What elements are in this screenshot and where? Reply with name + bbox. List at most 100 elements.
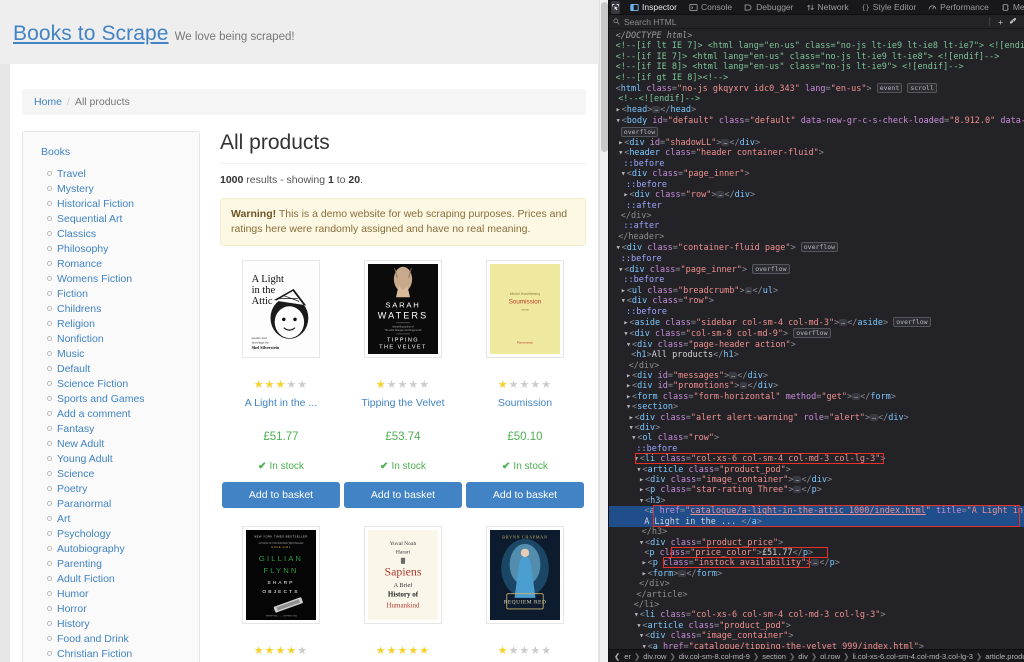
page-scroll-area[interactable]: Books to Scrape We love being scraped! H…	[0, 0, 608, 662]
markup-line[interactable]: ::after	[609, 221, 1024, 231]
sidebar-item-romance[interactable]: Romance	[47, 256, 189, 271]
markup-line[interactable]: <!--[if gt IE 8]><!-->	[609, 73, 1024, 83]
product-thumbnail[interactable]: NEW YORK TIMES BESTSELLERAUTHOR OF THE R…	[242, 526, 320, 624]
markup-line[interactable]: <p class="price_color">£51.77</p>	[609, 548, 1024, 558]
markup-line[interactable]: ▾<div class="page_inner">	[609, 169, 1024, 179]
sidebar-item-mystery[interactable]: Mystery	[47, 181, 189, 196]
sidebar-item-label[interactable]: Travel	[57, 168, 86, 180]
sidebar-item-young-adult[interactable]: Young Adult	[47, 451, 189, 466]
sidebar-item-label[interactable]: Romance	[57, 258, 102, 270]
sidebar-item-label[interactable]: History	[57, 618, 90, 630]
markup-line[interactable]: </div>	[609, 361, 1024, 371]
markup-line[interactable]: ::before	[609, 254, 1024, 264]
markup-line[interactable]: </div>	[609, 579, 1024, 589]
add-to-basket-button[interactable]: Add to basket	[344, 482, 462, 508]
sidebar-item-adult-fiction[interactable]: Adult Fiction	[47, 571, 189, 586]
markup-line[interactable]: ▾<div class="image_container">	[609, 631, 1024, 641]
sidebar-item-label[interactable]: Fiction	[57, 288, 88, 300]
sidebar-item-label[interactable]: Sequential Art	[57, 213, 122, 225]
markup-line[interactable]: ▾<div class="col-sm-8 col-md-9"> overflo…	[609, 328, 1024, 339]
markup-line[interactable]: overflow	[609, 127, 1024, 138]
markup-line[interactable]: ▸<div id="messages">…</div>	[609, 371, 1024, 381]
sidebar-item-science[interactable]: Science	[47, 466, 189, 481]
markup-line[interactable]: ▾<a href="catalogue/tipping-the-velvet_9…	[609, 642, 1024, 649]
sidebar-item-label[interactable]: Psychology	[57, 528, 111, 540]
devtools-breadcrumb-item[interactable]: article.product_pod	[983, 652, 1024, 661]
sidebar-item-label[interactable]: Young Adult	[57, 453, 113, 465]
devtools-tab-performance[interactable]: Performance	[922, 0, 995, 15]
markup-line[interactable]: <!--[if IE 8]> <html lang="en-us" class=…	[609, 62, 1024, 72]
sidebar-item-label[interactable]: Science Fiction	[57, 378, 128, 390]
devtools-tab-inspector[interactable]: Inspector	[624, 0, 683, 15]
sidebar-item-label[interactable]: Fantasy	[57, 423, 94, 435]
breadcrumb-scroll-left-icon[interactable]: ❮	[612, 652, 622, 661]
sidebar-item-label[interactable]: Add a comment	[57, 408, 131, 420]
devtools-tab-network[interactable]: Network	[800, 0, 855, 15]
sidebar-item-label[interactable]: Paranormal	[57, 498, 111, 510]
sidebar-item-label[interactable]: Nonfiction	[57, 333, 104, 345]
sidebar-item-autobiography[interactable]: Autobiography	[47, 541, 189, 556]
markup-line[interactable]: <!--[if lt IE 7]> <html lang="en-us" cla…	[609, 41, 1024, 51]
devtools-breadcrumb-item[interactable]: div.col-sm-8.col-md-9	[677, 652, 752, 661]
markup-line[interactable]: ▸<div class="image_container">…</div>	[609, 475, 1024, 485]
sidebar-item-label[interactable]: Adult Fiction	[57, 573, 115, 585]
devtools-tab-debugger[interactable]: Debugger	[738, 0, 799, 15]
markup-line[interactable]: </h3>	[609, 527, 1024, 537]
sidebar-item-nonfiction[interactable]: Nonfiction	[47, 331, 189, 346]
devtools-breadcrumb-item[interactable]: ol.row	[818, 652, 842, 661]
sidebar-item-travel[interactable]: Travel	[47, 166, 189, 181]
sidebar-item-science-fiction[interactable]: Science Fiction	[47, 376, 189, 391]
markup-line[interactable]: ▸<div class="alert alert-warning" role="…	[609, 413, 1024, 423]
add-node-icon[interactable]: +	[995, 17, 1006, 27]
markup-line[interactable]: ▸<div class="row">…</div>	[609, 190, 1024, 200]
product-title-link[interactable]: Soumission	[498, 397, 552, 410]
sidebar-item-label[interactable]: Parenting	[57, 558, 102, 570]
markup-line[interactable]: ▸<aside class="sidebar col-sm-4 col-md-3…	[609, 317, 1024, 328]
markup-line[interactable]: <!--[if IE 7]> <html lang="en-us" class=…	[609, 52, 1024, 62]
sidebar-item-label[interactable]: Horror	[57, 603, 87, 615]
markup-line[interactable]: <html class="no-js gkqyxrv idc0_343" lan…	[609, 83, 1024, 94]
devtools-tab-console[interactable]: Console	[683, 0, 738, 15]
product-thumbnail[interactable]: A Lightin theAtticpoems anddrawings bySh…	[242, 260, 320, 358]
sidebar-item-horror[interactable]: Horror	[47, 601, 189, 616]
sidebar-item-label[interactable]: Christian Fiction	[57, 648, 132, 660]
markup-line[interactable]: ::before	[609, 180, 1024, 190]
sidebar-item-label[interactable]: Classics	[57, 228, 96, 240]
sidebar-item-label[interactable]: Childrens	[57, 303, 101, 315]
markup-line[interactable]: ▾<header class="header container-fluid">	[609, 148, 1024, 158]
markup-line[interactable]: ::before	[609, 159, 1024, 169]
markup-line[interactable]: </div>	[609, 211, 1024, 221]
markup-line[interactable]: ▾<div class="product_price">	[609, 538, 1024, 548]
sidebar-item-label[interactable]: Historical Fiction	[57, 198, 134, 210]
product-title-link[interactable]: A Light in the ...	[245, 397, 317, 410]
sidebar-item-label[interactable]: Music	[57, 348, 84, 360]
markup-line[interactable]: ::before	[609, 307, 1024, 317]
sidebar-item-fantasy[interactable]: Fantasy	[47, 421, 189, 436]
sidebar-item-label[interactable]: Womens Fiction	[57, 273, 132, 285]
sidebar-item-label[interactable]: Mystery	[57, 183, 94, 195]
markup-line[interactable]: </li>	[609, 600, 1024, 610]
product-thumbnail[interactable]: SARAHWATERSbestselling author ofThe Litt…	[364, 260, 442, 358]
devtools-breadcrumb-bar[interactable]: ❮ er❯div.row❯div.col-sm-8.col-md-9❯secti…	[609, 649, 1024, 662]
sidebar-item-philosophy[interactable]: Philosophy	[47, 241, 189, 256]
site-brand-link[interactable]: Books to Scrape	[13, 22, 169, 46]
breadcrumb-home-link[interactable]: Home	[34, 96, 62, 108]
add-to-basket-button[interactable]: Add to basket	[222, 482, 340, 508]
sidebar-item-label[interactable]: Food and Drink	[57, 633, 129, 645]
page-scrollbar-thumb[interactable]	[601, 2, 608, 152]
sidebar-item-classics[interactable]: Classics	[47, 226, 189, 241]
markup-line[interactable]: </DOCTYPE html>	[609, 31, 1024, 41]
markup-line[interactable]: ▸<div id="shadowLL">…</div>	[609, 138, 1024, 148]
product-title-link[interactable]: Tipping the Velvet	[361, 397, 444, 410]
sidebar-item-label[interactable]: Sports and Games	[57, 393, 145, 405]
markup-line[interactable]: ▸<p class="instock availability">…</p>	[609, 558, 1024, 568]
sidebar-item-sequential-art[interactable]: Sequential Art	[47, 211, 189, 226]
devtools-tab-style-editor[interactable]: {}Style Editor	[855, 0, 922, 15]
devtools-breadcrumb-item[interactable]: section	[760, 652, 788, 661]
devtools-markup-tree[interactable]: </DOCTYPE html><!--[if lt IE 7]> <html l…	[609, 29, 1024, 649]
markup-line[interactable]: ▾<div>	[609, 423, 1024, 433]
markup-line[interactable]: ▸<p class="star-rating Three">…</p>	[609, 485, 1024, 495]
markup-line[interactable]: ▸<head>…</head>	[609, 105, 1024, 115]
markup-line[interactable]: ▾<ol class="row">	[609, 433, 1024, 443]
markup-line[interactable]: ::before	[609, 444, 1024, 454]
